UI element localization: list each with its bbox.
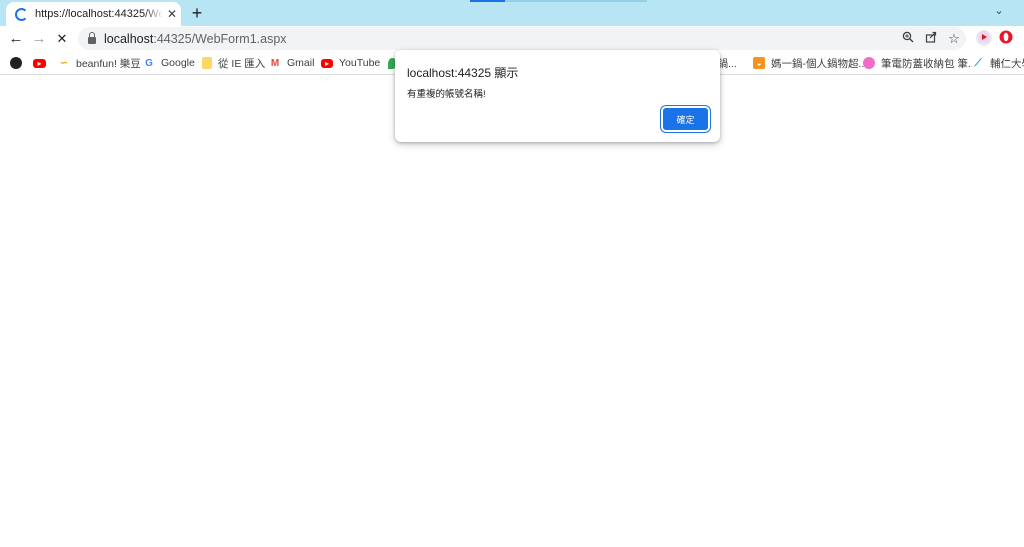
- url-path: :44325/WebForm1.aspx: [153, 31, 287, 46]
- bookmark-gmail[interactable]: M Gmail: [269, 55, 314, 71]
- zoom-icon[interactable]: [900, 31, 916, 47]
- bookmark-label: YouTube: [339, 57, 381, 69]
- shop-icon: ◒: [753, 57, 765, 69]
- bookmark-label: Gmail: [287, 57, 315, 69]
- bookmark-globe[interactable]: [10, 55, 28, 71]
- dialog-ok-button[interactable]: 確定: [663, 108, 708, 130]
- folder-icon: [202, 57, 212, 69]
- share-icon[interactable]: [923, 31, 939, 47]
- url-host: localhost: [104, 31, 154, 46]
- back-button[interactable]: ←: [7, 30, 25, 48]
- youtube-icon: ▸: [33, 58, 46, 68]
- bookmark-label: 媽一鍋-個人鍋物超...: [771, 57, 868, 70]
- extension-icon[interactable]: [976, 30, 992, 46]
- address-bar[interactable]: localhost:44325/WebForm1.aspx ☆: [78, 27, 966, 50]
- tab-webform1[interactable]: https://localhost:44325/WebForm1.aspx ✕: [6, 2, 181, 26]
- url-text[interactable]: localhost:44325/WebForm1.aspx: [104, 32, 287, 46]
- google-icon: G: [143, 57, 155, 69]
- tab-strip-accent-secondary: [505, 0, 647, 2]
- bookmark-label: beanfun! 樂豆: [76, 57, 141, 70]
- toolbar: ← → ✕ localhost:44325/WebForm1.aspx ☆: [0, 26, 1024, 52]
- bookmark-laptop-bag[interactable]: 筆電防蓋收納包 筆...: [863, 55, 977, 71]
- gmail-icon: M: [269, 57, 281, 69]
- fju-icon: ⟋: [972, 57, 984, 69]
- tab-search-icon[interactable]: ⌄: [992, 4, 1006, 18]
- bookmark-label: 筆電防蓋收納包 筆...: [881, 57, 977, 70]
- bookmark-folder-ie[interactable]: 從 IE 匯入: [202, 55, 265, 71]
- tab-strip: https://localhost:44325/WebForm1.aspx ✕ …: [0, 0, 1024, 26]
- bookmark-fju[interactable]: ⟋ 輔仁大學: [972, 55, 1024, 71]
- bookmark-star-icon[interactable]: ☆: [946, 31, 962, 47]
- bookmark-label: 輔仁大學: [990, 57, 1024, 70]
- new-tab-button[interactable]: +: [187, 3, 207, 23]
- product-icon: [863, 57, 875, 69]
- opera-icon[interactable]: [998, 30, 1014, 46]
- forward-button[interactable]: →: [30, 30, 48, 48]
- globe-icon: [10, 57, 22, 69]
- bookmark-label: Google: [161, 57, 195, 69]
- loading-spinner-icon: [15, 7, 28, 21]
- bookmark-google[interactable]: G Google: [143, 55, 195, 71]
- bookmark-shop[interactable]: ◒ 媽一鍋-個人鍋物超...: [753, 55, 867, 71]
- page-content: [0, 75, 1024, 547]
- lock-icon[interactable]: [88, 31, 96, 44]
- bookmark-youtube[interactable]: ▸ YouTube: [321, 55, 380, 71]
- tab-close-icon[interactable]: ✕: [167, 8, 177, 20]
- beanfun-icon: ∽: [58, 57, 70, 69]
- stop-loading-button[interactable]: ✕: [53, 30, 71, 48]
- tab-strip-accent: [470, 0, 505, 2]
- youtube-icon: ▸: [321, 58, 333, 68]
- bookmark-youtube-short[interactable]: ▸: [33, 55, 52, 71]
- tab-title: https://localhost:44325/WebForm1.aspx: [35, 8, 163, 20]
- dialog-title: localhost:44325 顯示: [407, 66, 519, 80]
- bookmark-label: 從 IE 匯入: [218, 57, 266, 70]
- dialog-message: 有重複的帳號名稱!: [407, 89, 486, 100]
- bookmark-beanfun[interactable]: ∽ beanfun! 樂豆: [58, 55, 141, 71]
- browser-window: https://localhost:44325/WebForm1.aspx ✕ …: [0, 0, 1024, 547]
